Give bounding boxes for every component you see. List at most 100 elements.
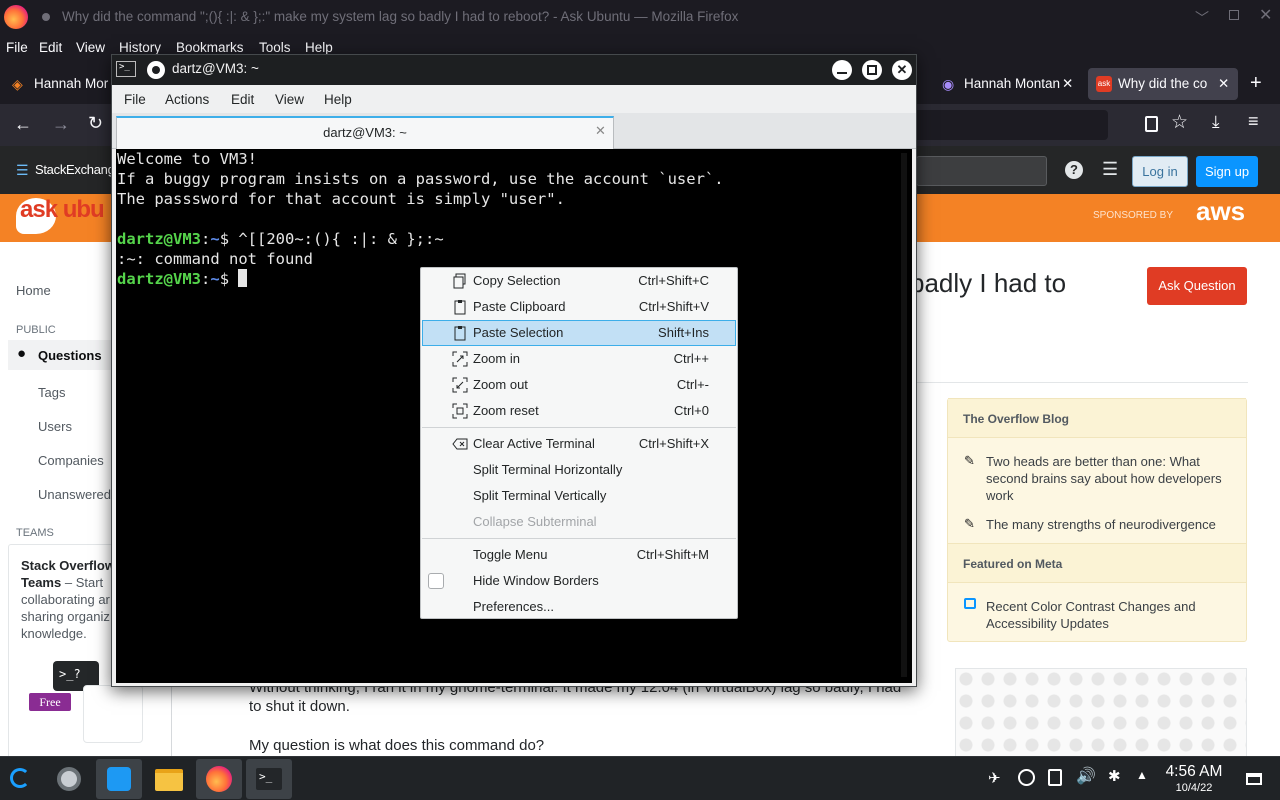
sponsored-label: SPONSORED BY <box>1093 210 1174 221</box>
menu-item-paste-clipboard[interactable]: Paste Clipboard Ctrl+Shift+V <box>422 294 736 320</box>
prompt-sep: : <box>201 230 211 248</box>
menu-item-label: Copy Selection <box>473 273 561 288</box>
downloads-icon[interactable]: ⤓ <box>1212 112 1220 132</box>
url-bar[interactable] <box>912 110 1108 140</box>
terminal-menubar: File Actions Edit View Help <box>112 85 916 113</box>
menu-item-clear-terminal[interactable]: Clear Active Terminal Ctrl+Shift+X <box>422 431 736 457</box>
nav-unanswered[interactable]: Unanswered <box>38 487 111 502</box>
expand-tray-icon[interactable]: ▲ <box>1136 768 1148 782</box>
ad-banner[interactable] <box>955 668 1247 756</box>
terminal-scrollbar[interactable] <box>901 153 907 677</box>
nav-home[interactable]: Home <box>16 283 51 298</box>
paste-icon <box>454 300 466 315</box>
menu-item-split-horizontal[interactable]: Split Terminal Horizontally <box>422 457 736 483</box>
terminal-tab[interactable]: dartz@VM3: ~ ✕ <box>116 116 614 149</box>
menu-item-zoom-reset[interactable]: Zoom reset Ctrl+0 <box>422 398 736 424</box>
clipboard-icon[interactable] <box>1048 769 1062 786</box>
pencil-icon: ✎ <box>964 453 975 468</box>
term-menu-view[interactable]: View <box>275 92 304 107</box>
terminal-context-menu: Copy Selection Ctrl+Shift+C Paste Clipboa… <box>420 267 738 619</box>
stackexchange-brand[interactable]: StackExchange <box>35 162 122 177</box>
terminal-app-icon: >_ <box>116 61 136 77</box>
menu-item-shortcut: Ctrl+- <box>676 377 709 392</box>
nav-companies[interactable]: Companies <box>38 453 104 468</box>
taskbar-files-icon[interactable] <box>146 759 192 799</box>
terminal-prompt-line: dartz@VM3:~$ ^[[200~:(){ :|: & };:~ <box>117 229 444 249</box>
login-button[interactable]: Log in <box>1132 156 1188 187</box>
clock-time[interactable]: 4:56 AM <box>1163 763 1225 781</box>
terminal-minimize-icon[interactable] <box>832 60 852 80</box>
pin-icon[interactable] <box>147 61 165 79</box>
hamburger-menu-icon[interactable]: ≡ <box>1248 111 1259 132</box>
menu-item-zoom-out[interactable]: Zoom out Ctrl+- <box>422 372 736 398</box>
search-input[interactable] <box>916 156 1047 186</box>
tab-close-icon[interactable]: ✕ <box>1062 68 1073 100</box>
term-menu-actions[interactable]: Actions <box>165 92 209 107</box>
menu-file[interactable]: File <box>6 40 28 55</box>
site-switcher-icon[interactable]: ☰ <box>1102 159 1118 180</box>
question-body-line-2: to shut it down. <box>249 698 350 715</box>
menu-edit[interactable]: Edit <box>39 40 62 55</box>
close-icon[interactable]: ✕ <box>1259 5 1272 25</box>
reload-icon[interactable]: ↻ <box>88 113 103 134</box>
tab-close-icon[interactable]: ✕ <box>1218 68 1229 100</box>
taskbar-terminal-icon[interactable]: >_ <box>246 759 292 799</box>
notifications-icon[interactable]: ✈ <box>988 769 1001 787</box>
teams-desc-4: knowledge. <box>21 626 87 641</box>
term-menu-edit[interactable]: Edit <box>231 92 254 107</box>
taskbar-store-icon[interactable] <box>96 759 142 799</box>
menu-item-toggle-menu[interactable]: Toggle Menu Ctrl+Shift+M <box>422 542 736 568</box>
blog-item-2[interactable]: The many strengths of neurodivergence <box>986 516 1236 533</box>
hide-borders-checkbox[interactable] <box>428 573 444 589</box>
steam-tray-icon[interactable] <box>1018 769 1035 786</box>
meta-item-1[interactable]: Recent Color Contrast Changes and Access… <box>986 598 1236 632</box>
new-tab-icon[interactable]: + <box>1250 72 1262 95</box>
ask-question-button[interactable]: Ask Question <box>1147 267 1247 305</box>
askubuntu-logo[interactable]: ask ubu <box>20 196 105 224</box>
taskbar-discover-icon[interactable] <box>46 759 92 799</box>
clock-date[interactable]: 10/4/22 <box>1163 782 1225 794</box>
menu-item-paste-selection[interactable]: Paste Selection Shift+Ins <box>422 320 736 346</box>
tab-favicon-icon: ◉ <box>942 76 955 92</box>
minimize-icon[interactable]: ﹀ <box>1195 8 1209 28</box>
menu-history[interactable]: History <box>119 40 161 55</box>
show-desktop-icon[interactable] <box>1246 773 1262 785</box>
term-menu-file[interactable]: File <box>124 92 146 107</box>
tab-hannah-2[interactable]: ◉ Hannah Montan ✕ <box>934 68 1082 100</box>
network-icon[interactable]: ✱ <box>1108 767 1121 785</box>
help-icon[interactable]: ? <box>1065 161 1083 179</box>
menu-item-zoom-in[interactable]: Zoom in Ctrl++ <box>422 346 736 372</box>
forward-icon[interactable]: → <box>52 114 70 135</box>
menu-bookmarks[interactable]: Bookmarks <box>176 40 244 55</box>
menu-item-label: Clear Active Terminal <box>473 436 595 451</box>
menu-item-preferences[interactable]: Preferences... <box>422 594 736 620</box>
nav-users[interactable]: Users <box>38 419 72 434</box>
back-icon[interactable]: ← <box>14 114 32 135</box>
terminal-maximize-icon[interactable] <box>862 60 882 80</box>
blog-item-1[interactable]: Two heads are better than one: What seco… <box>986 453 1236 504</box>
menu-tools[interactable]: Tools <box>259 40 291 55</box>
menu-item-label: Collapse Subterminal <box>473 514 597 529</box>
terminal-titlebar[interactable]: >_ dartz@VM3: ~ ✕ <box>112 55 916 85</box>
tab-active[interactable]: ask Why did the co ✕ <box>1088 68 1238 100</box>
volume-icon[interactable]: 🔊 <box>1076 766 1096 786</box>
menu-item-copy-selection[interactable]: Copy Selection Ctrl+Shift+C <box>422 268 736 294</box>
maximize-icon[interactable] <box>1229 10 1239 20</box>
term-menu-help[interactable]: Help <box>324 92 352 107</box>
signup-button[interactable]: Sign up <box>1196 156 1258 187</box>
tab-hannah-1[interactable]: ◈ Hannah Mor <box>4 68 114 100</box>
aws-logo[interactable]: aws <box>1196 196 1245 227</box>
terminal-tabbar: dartz@VM3: ~ ✕ <box>112 113 916 149</box>
terminal-tab-close-icon[interactable]: ✕ <box>595 123 606 139</box>
menu-help[interactable]: Help <box>305 40 333 55</box>
nav-tags[interactable]: Tags <box>38 385 65 400</box>
bookmark-star-icon[interactable]: ☆ <box>1171 111 1188 134</box>
question-title[interactable]: badly I had to <box>910 268 1066 299</box>
taskbar-firefox-icon[interactable] <box>196 759 242 799</box>
steam-deck-icon[interactable] <box>10 768 30 788</box>
menu-view[interactable]: View <box>76 40 105 55</box>
reader-view-icon[interactable] <box>1145 116 1158 132</box>
terminal-close-icon[interactable]: ✕ <box>892 60 912 80</box>
menu-item-hide-window-borders[interactable]: Hide Window Borders <box>422 568 736 594</box>
menu-item-split-vertical[interactable]: Split Terminal Vertically <box>422 483 736 509</box>
